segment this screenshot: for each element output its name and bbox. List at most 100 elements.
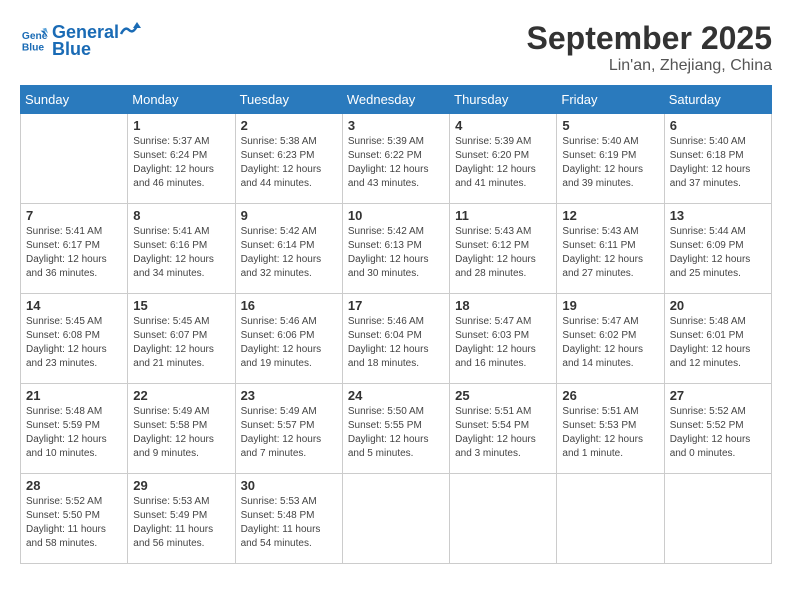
calendar-cell: 11 Sunrise: 5:43 AMSunset: 6:12 PMDayligh…: [450, 204, 557, 294]
day-number: 17: [348, 298, 444, 313]
calendar-cell: 30Sunrise: 5:53 AMSunset: 5:48 PMDayligh…: [235, 474, 342, 564]
day-number: 10: [348, 208, 444, 223]
day-number: 24: [348, 388, 444, 403]
calendar-cell: 7 Sunrise: 5:41 AMSunset: 6:17 PMDaylight…: [21, 204, 128, 294]
day-info: Sunrise: 5:45 AMSunset: 6:08 PMDaylight:…: [26, 315, 122, 371]
day-number: 6: [670, 118, 766, 133]
day-number: 9: [241, 208, 337, 223]
day-info: Sunrise: 5:45 AMSunset: 6:07 PMDaylight:…: [133, 315, 229, 371]
day-number: 8: [133, 208, 229, 223]
day-number: 18: [455, 298, 551, 313]
day-info: Sunrise: 5:43 AMSunset: 6:12 PMDaylight:…: [455, 225, 551, 281]
calendar-cell: 6 Sunrise: 5:40 AMSunset: 6:18 PMDaylight…: [664, 114, 771, 204]
day-number: 23: [241, 388, 337, 403]
calendar-cell: 21 Sunrise: 5:48 AMSunset: 5:59 PMDayligh…: [21, 384, 128, 474]
weekday-header-row: SundayMondayTuesdayWednesdayThursdayFrid…: [21, 86, 772, 114]
day-number: 27: [670, 388, 766, 403]
weekday-header-monday: Monday: [128, 86, 235, 114]
calendar-cell: 26Sunrise: 5:51 AMSunset: 5:53 PMDayligh…: [557, 384, 664, 474]
day-number: 26: [562, 388, 658, 403]
calendar-cell: 20 Sunrise: 5:48 AMSunset: 6:01 PMDayligh…: [664, 294, 771, 384]
weekday-header-sunday: Sunday: [21, 86, 128, 114]
day-info: Sunrise: 5:39 AMSunset: 6:22 PMDaylight:…: [348, 135, 444, 191]
week-row-4: 21 Sunrise: 5:48 AMSunset: 5:59 PMDayligh…: [21, 384, 772, 474]
day-number: 5: [562, 118, 658, 133]
calendar-table: SundayMondayTuesdayWednesdayThursdayFrid…: [20, 85, 772, 564]
calendar-cell: 24Sunrise: 5:50 AMSunset: 5:55 PMDayligh…: [342, 384, 449, 474]
month-title: September 2025: [527, 20, 772, 57]
day-info: Sunrise: 5:47 AMSunset: 6:02 PMDaylight:…: [562, 315, 658, 371]
calendar-cell: 15Sunrise: 5:45 AMSunset: 6:07 PMDayligh…: [128, 294, 235, 384]
day-number: 11: [455, 208, 551, 223]
logo: General Blue General Blue: [20, 20, 141, 60]
day-info: Sunrise: 5:43 AMSunset: 6:11 PMDaylight:…: [562, 225, 658, 281]
day-info: Sunrise: 5:37 AMSunset: 6:24 PMDaylight:…: [133, 135, 229, 191]
day-info: Sunrise: 5:40 AMSunset: 6:18 PMDaylight:…: [670, 135, 766, 191]
calendar-cell: 17 Sunrise: 5:46 AMSunset: 6:04 PMDayligh…: [342, 294, 449, 384]
calendar-cell: 1Sunrise: 5:37 AMSunset: 6:24 PMDaylight…: [128, 114, 235, 204]
week-row-5: 28 Sunrise: 5:52 AMSunset: 5:50 PMDayligh…: [21, 474, 772, 564]
day-info: Sunrise: 5:53 AMSunset: 5:49 PMDaylight:…: [133, 495, 229, 551]
weekday-header-friday: Friday: [557, 86, 664, 114]
day-number: 25: [455, 388, 551, 403]
weekday-header-tuesday: Tuesday: [235, 86, 342, 114]
day-info: Sunrise: 5:49 AMSunset: 5:57 PMDaylight:…: [241, 405, 337, 461]
calendar-cell: 25Sunrise: 5:51 AMSunset: 5:54 PMDayligh…: [450, 384, 557, 474]
calendar-cell: 4 Sunrise: 5:39 AMSunset: 6:20 PMDaylight…: [450, 114, 557, 204]
calendar-cell: 8 Sunrise: 5:41 AMSunset: 6:16 PMDaylight…: [128, 204, 235, 294]
svg-text:Blue: Blue: [22, 42, 45, 53]
calendar-cell: [450, 474, 557, 564]
day-info: Sunrise: 5:52 AMSunset: 5:52 PMDaylight:…: [670, 405, 766, 461]
day-info: Sunrise: 5:52 AMSunset: 5:50 PMDaylight:…: [26, 495, 122, 551]
day-info: Sunrise: 5:47 AMSunset: 6:03 PMDaylight:…: [455, 315, 551, 371]
logo-wave-icon: [119, 20, 141, 38]
calendar-cell: 13 Sunrise: 5:44 AMSunset: 6:09 PMDayligh…: [664, 204, 771, 294]
day-number: 28: [26, 478, 122, 493]
day-info: Sunrise: 5:41 AMSunset: 6:16 PMDaylight:…: [133, 225, 229, 281]
weekday-header-thursday: Thursday: [450, 86, 557, 114]
title-area: September 2025 Lin'an, Zhejiang, China: [527, 20, 772, 75]
calendar-cell: 3 Sunrise: 5:39 AMSunset: 6:22 PMDaylight…: [342, 114, 449, 204]
week-row-3: 14Sunrise: 5:45 AMSunset: 6:08 PMDayligh…: [21, 294, 772, 384]
day-info: Sunrise: 5:49 AMSunset: 5:58 PMDaylight:…: [133, 405, 229, 461]
day-number: 16: [241, 298, 337, 313]
day-info: Sunrise: 5:48 AMSunset: 5:59 PMDaylight:…: [26, 405, 122, 461]
day-info: Sunrise: 5:42 AMSunset: 6:14 PMDaylight:…: [241, 225, 337, 281]
day-number: 4: [455, 118, 551, 133]
day-info: Sunrise: 5:41 AMSunset: 6:17 PMDaylight:…: [26, 225, 122, 281]
day-number: 13: [670, 208, 766, 223]
calendar-cell: 29Sunrise: 5:53 AMSunset: 5:49 PMDayligh…: [128, 474, 235, 564]
calendar-cell: 5Sunrise: 5:40 AMSunset: 6:19 PMDaylight…: [557, 114, 664, 204]
weekday-header-saturday: Saturday: [664, 86, 771, 114]
calendar-cell: 27 Sunrise: 5:52 AMSunset: 5:52 PMDayligh…: [664, 384, 771, 474]
day-number: 20: [670, 298, 766, 313]
calendar-cell: 22 Sunrise: 5:49 AMSunset: 5:58 PMDayligh…: [128, 384, 235, 474]
location-title: Lin'an, Zhejiang, China: [527, 57, 772, 75]
day-number: 30: [241, 478, 337, 493]
day-info: Sunrise: 5:46 AMSunset: 6:06 PMDaylight:…: [241, 315, 337, 371]
day-info: Sunrise: 5:48 AMSunset: 6:01 PMDaylight:…: [670, 315, 766, 371]
week-row-2: 7 Sunrise: 5:41 AMSunset: 6:17 PMDaylight…: [21, 204, 772, 294]
calendar-cell: [21, 114, 128, 204]
day-number: 21: [26, 388, 122, 403]
day-info: Sunrise: 5:46 AMSunset: 6:04 PMDaylight:…: [348, 315, 444, 371]
calendar-cell: 14Sunrise: 5:45 AMSunset: 6:08 PMDayligh…: [21, 294, 128, 384]
day-info: Sunrise: 5:39 AMSunset: 6:20 PMDaylight:…: [455, 135, 551, 191]
day-info: Sunrise: 5:42 AMSunset: 6:13 PMDaylight:…: [348, 225, 444, 281]
calendar-cell: 12 Sunrise: 5:43 AMSunset: 6:11 PMDayligh…: [557, 204, 664, 294]
logo-icon: General Blue: [20, 26, 48, 54]
calendar-cell: 2Sunrise: 5:38 AMSunset: 6:23 PMDaylight…: [235, 114, 342, 204]
header: General Blue General Blue September 2025…: [20, 20, 772, 75]
day-number: 7: [26, 208, 122, 223]
calendar-cell: [664, 474, 771, 564]
day-info: Sunrise: 5:44 AMSunset: 6:09 PMDaylight:…: [670, 225, 766, 281]
calendar-cell: 19Sunrise: 5:47 AMSunset: 6:02 PMDayligh…: [557, 294, 664, 384]
week-row-1: 1Sunrise: 5:37 AMSunset: 6:24 PMDaylight…: [21, 114, 772, 204]
day-number: 22: [133, 388, 229, 403]
day-info: Sunrise: 5:38 AMSunset: 6:23 PMDaylight:…: [241, 135, 337, 191]
calendar-cell: [342, 474, 449, 564]
day-number: 3: [348, 118, 444, 133]
weekday-header-wednesday: Wednesday: [342, 86, 449, 114]
calendar-cell: 10 Sunrise: 5:42 AMSunset: 6:13 PMDayligh…: [342, 204, 449, 294]
day-number: 12: [562, 208, 658, 223]
